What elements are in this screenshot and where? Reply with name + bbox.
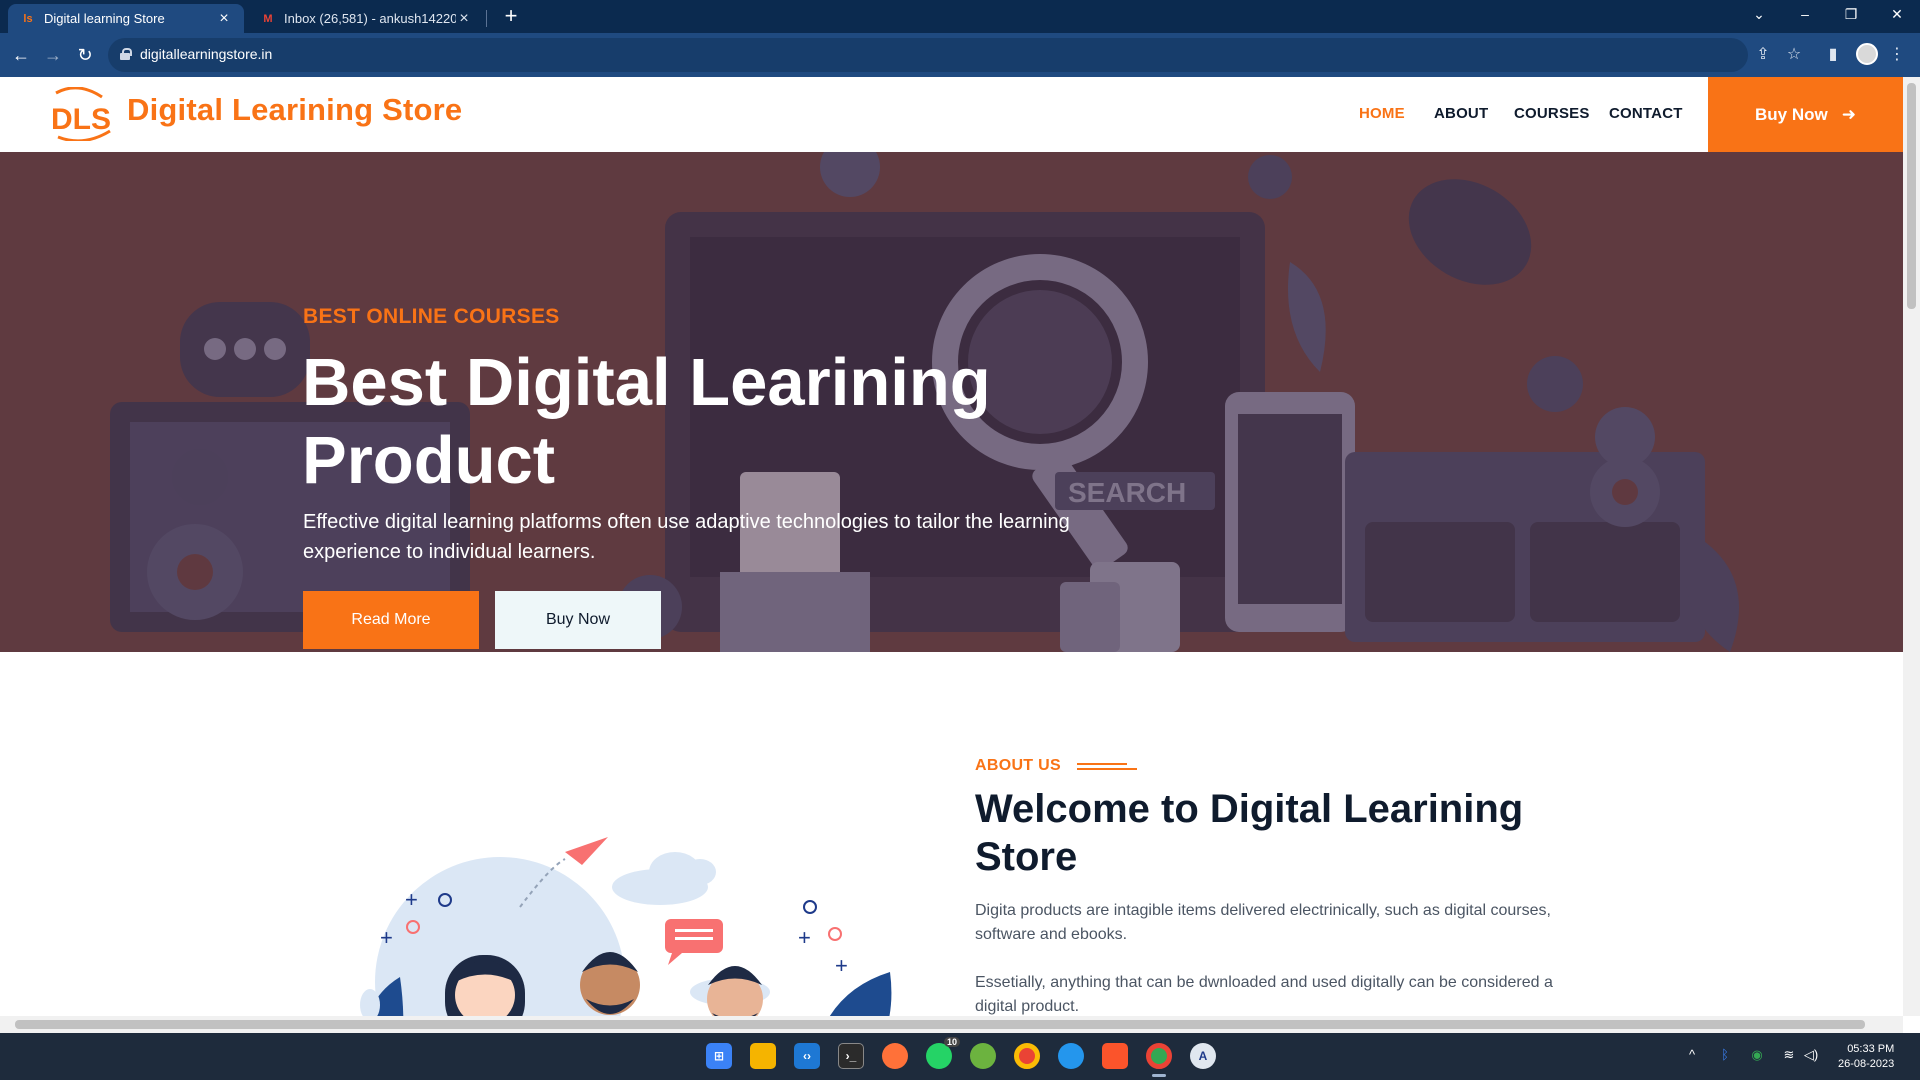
about-title: Welcome to Digital Learining Store <box>975 787 1524 879</box>
header-buy-now-button[interactable]: Buy Now ➜ <box>1708 77 1903 152</box>
search-sign-text: SEARCH <box>1068 477 1186 508</box>
close-icon[interactable]: × <box>216 10 232 28</box>
chrome-tray-icon[interactable]: ◉ <box>1748 1047 1766 1063</box>
back-arrow-icon[interactable]: ← <box>8 42 34 68</box>
hero-title: Best Digital Learining Product <box>302 345 991 498</box>
about-team-illustration: + + + + <box>360 837 892 1016</box>
tab-title: Inbox (26,581) - ankush14220000 <box>284 11 456 26</box>
chrome-profile-icon[interactable] <box>1146 1043 1172 1069</box>
minimize-icon[interactable]: – <box>1782 0 1828 30</box>
terminal-icon[interactable]: ›_ <box>838 1043 864 1069</box>
system-clock[interactable]: 05:33 PM 26-08-2023 <box>1838 1042 1894 1072</box>
svg-text:DLS: DLS <box>51 103 111 136</box>
reload-icon[interactable]: ↻ <box>72 42 98 68</box>
tray-chevron-icon[interactable]: ^ <box>1683 1047 1701 1062</box>
tab-digital-learning-store[interactable]: ls Digital learning Store × <box>8 4 244 33</box>
vscode-icon[interactable]: ‹› <box>794 1043 820 1069</box>
restore-icon[interactable]: ❐ <box>1828 0 1874 30</box>
clock-time: 05:33 PM <box>1847 1043 1895 1055</box>
about-paragraph-1: Digita products are intagible items deli… <box>975 902 1551 943</box>
hero-description: Effective digital learning platforms oft… <box>303 511 1070 563</box>
nav-courses[interactable]: COURSES <box>1514 105 1590 122</box>
share-icon[interactable]: ⇪ <box>1752 44 1774 66</box>
bookmark-star-icon[interactable]: ☆ <box>1783 44 1805 66</box>
dls-logo[interactable]: DLS <box>48 87 118 141</box>
horizontal-scroll-thumb[interactable] <box>15 1020 1865 1029</box>
nav-about[interactable]: ABOUT <box>1434 105 1488 122</box>
forward-arrow-icon[interactable]: → <box>40 42 66 68</box>
profile-avatar[interactable] <box>1856 43 1878 65</box>
svg-text:+: + <box>798 925 811 950</box>
tab-gmail-inbox[interactable]: M Inbox (26,581) - ankush14220000 × <box>248 4 484 33</box>
gmail-icon: M <box>263 12 273 25</box>
tab-search-chevron-icon[interactable]: ⌄ <box>1736 0 1782 30</box>
hero-kicker: BEST ONLINE COURSES <box>303 305 560 328</box>
brave-icon[interactable] <box>1102 1043 1128 1069</box>
hero-banner: SEARCH BEST ONLINE COURSES Best Digital … <box>0 152 1903 652</box>
about-kicker: ABOUT US <box>975 757 1137 775</box>
active-app-indicator <box>1152 1074 1166 1077</box>
wifi-icon[interactable]: ≋ <box>1780 1047 1798 1063</box>
svg-text:+: + <box>380 925 393 950</box>
side-panel-icon[interactable]: ▮ <box>1822 44 1844 66</box>
chrome-canary-icon[interactable] <box>970 1043 996 1069</box>
chrome-icon[interactable] <box>1014 1043 1040 1069</box>
close-icon[interactable]: × <box>456 10 472 28</box>
app-store-icon[interactable]: A <box>1190 1043 1216 1069</box>
svg-text:+: + <box>405 887 418 912</box>
nav-contact[interactable]: CONTACT <box>1609 105 1683 122</box>
firefox-icon[interactable] <box>882 1043 908 1069</box>
browser-toolbar: ← → ↻ digitallearningstore.in ⇪ ☆ ▮ ⋮ <box>0 33 1920 77</box>
menu-kebab-icon[interactable]: ⋮ <box>1886 44 1908 66</box>
whatsapp-badge: 10 <box>943 1037 960 1047</box>
kicker-decor-lines <box>1076 762 1137 770</box>
new-tab-plus-icon[interactable]: + <box>498 4 524 30</box>
site-logo-text[interactable]: Digital Learining Store <box>127 92 462 128</box>
hero-buy-now-button[interactable]: Buy Now <box>495 591 661 649</box>
arrow-right-icon: ➜ <box>1841 104 1856 124</box>
dls-favicon: ls <box>23 12 33 25</box>
bluetooth-icon[interactable]: ᛒ <box>1716 1047 1734 1062</box>
tab-divider <box>486 10 487 27</box>
windows-start-icon[interactable]: ⊞ <box>706 1043 732 1069</box>
horizontal-scrollbar[interactable] <box>0 1016 1903 1033</box>
docker-icon[interactable] <box>1058 1043 1084 1069</box>
volume-icon[interactable]: ◁) <box>1802 1047 1820 1063</box>
read-more-button[interactable]: Read More <box>303 591 479 649</box>
nav-home[interactable]: HOME <box>1359 105 1405 122</box>
window-close-icon[interactable]: ✕ <box>1874 0 1920 30</box>
about-paragraph-2: Essetially, anything that can be dwnload… <box>975 974 1553 1015</box>
vertical-scroll-thumb[interactable] <box>1907 83 1916 309</box>
url-text: digitallearningstore.in <box>140 46 273 62</box>
vertical-scrollbar[interactable] <box>1903 77 1920 1016</box>
tab-title: Digital learning Store <box>44 11 165 26</box>
page-viewport: DLS Digital Learining Store HOME ABOUT C… <box>0 77 1903 1016</box>
about-kicker-label: ABOUT US <box>975 757 1061 774</box>
clock-date: 26-08-2023 <box>1838 1058 1895 1070</box>
browser-tab-strip: ls Digital learning Store × M Inbox (26,… <box>0 0 1920 33</box>
file-explorer-icon[interactable] <box>750 1043 776 1069</box>
site-header: DLS Digital Learining Store HOME ABOUT C… <box>0 77 1903 152</box>
buy-now-label: Buy Now <box>1755 104 1828 124</box>
whatsapp-icon[interactable]: 10 <box>926 1037 960 1069</box>
lock-icon <box>120 48 132 60</box>
svg-text:+: + <box>835 953 848 978</box>
windows-taskbar: ⊞ ‹› ›_ 10 A ^ ᛒ ◉ ≋ ◁) 05:33 PM 26-08-2… <box>0 1033 1920 1080</box>
address-bar[interactable]: digitallearningstore.in <box>108 38 1748 72</box>
